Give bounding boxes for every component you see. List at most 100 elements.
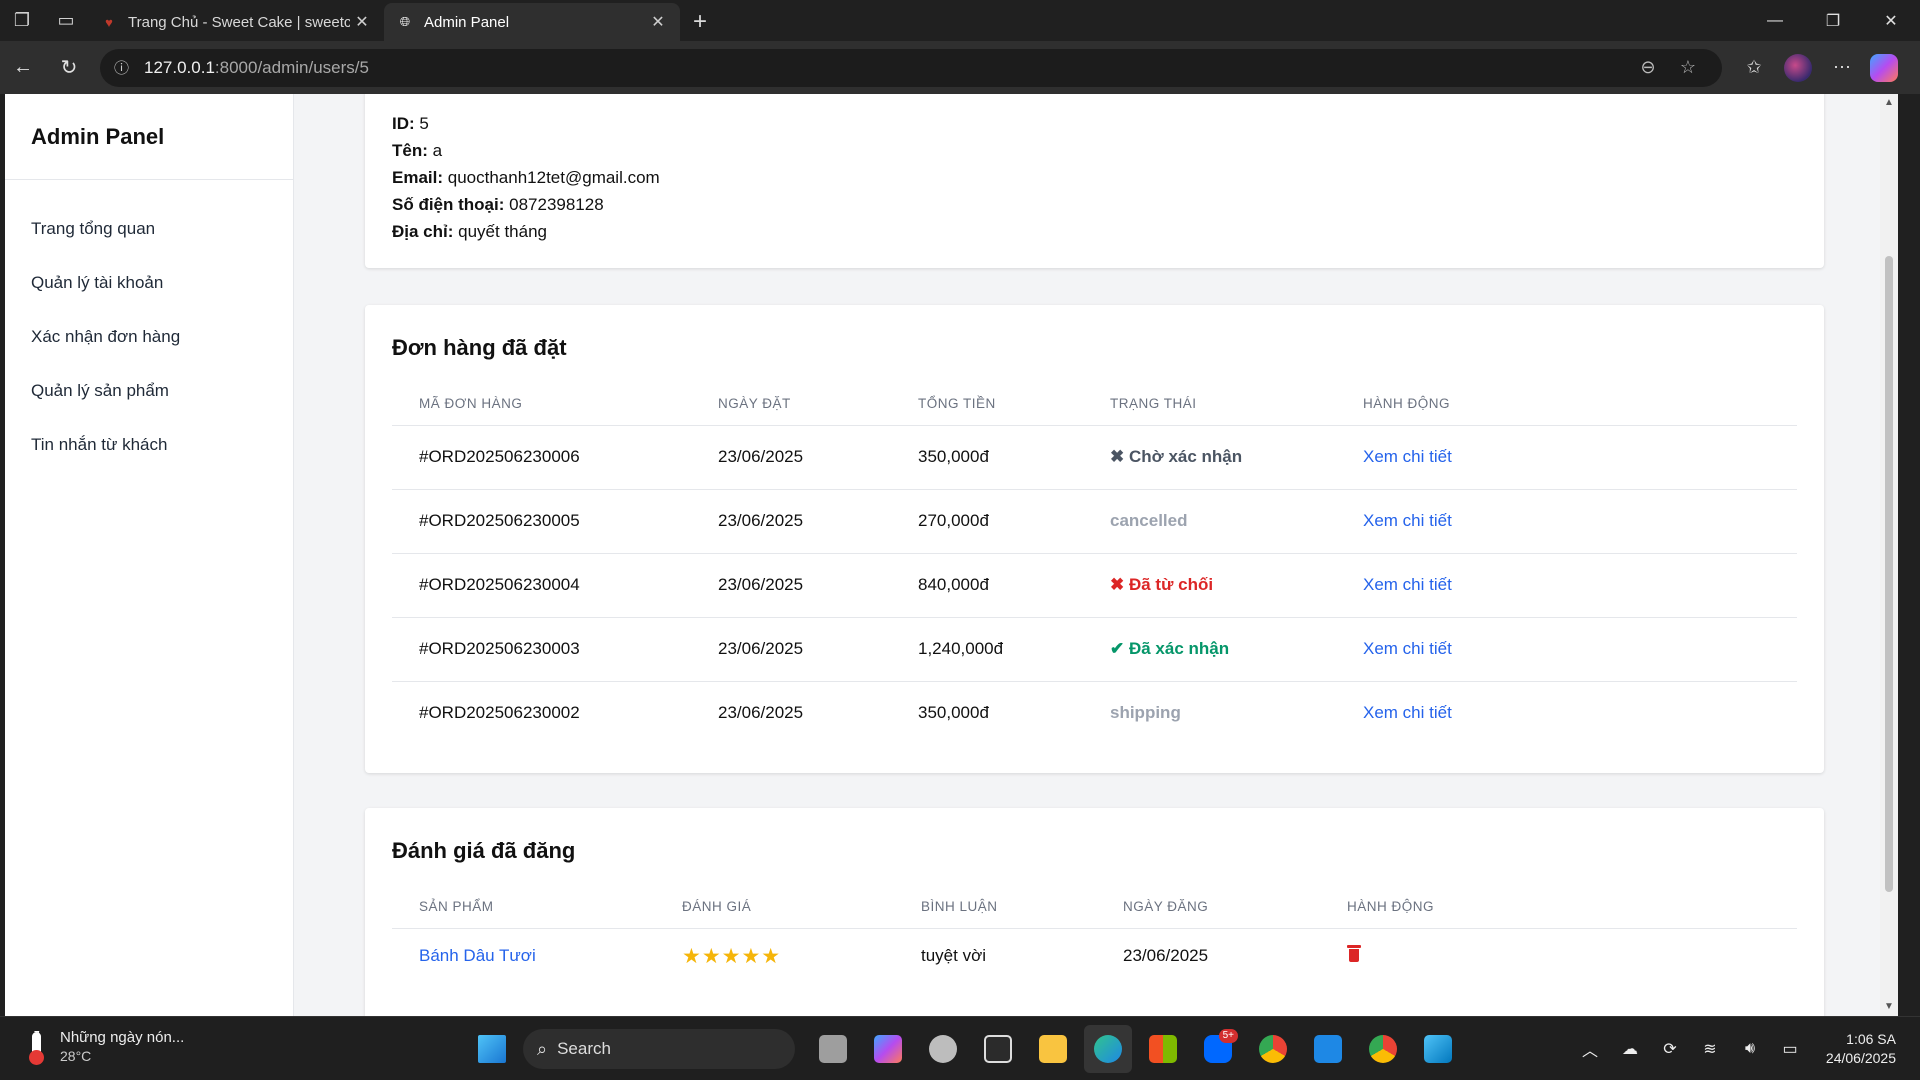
copilot-icon[interactable] bbox=[1870, 53, 1898, 82]
refresh-icon[interactable]: ↻ bbox=[46, 48, 92, 88]
weather-temp: 28°C bbox=[60, 1048, 92, 1064]
search-app-icon[interactable] bbox=[919, 1025, 967, 1073]
task-view-icon[interactable] bbox=[809, 1025, 857, 1073]
scroll-up-icon[interactable]: ▲ bbox=[1880, 94, 1898, 112]
chrome-icon[interactable] bbox=[1249, 1025, 1297, 1073]
volume-icon[interactable]: 🔊︎ bbox=[1730, 1040, 1770, 1058]
sidebar-menu: Trang tổng quan Quản lý tài khoản Xác nh… bbox=[5, 180, 293, 472]
weather-widget[interactable]: 7 Những ngày nón... 28°C bbox=[26, 1029, 184, 1065]
zoom-icon[interactable]: ⊖ bbox=[1628, 57, 1668, 78]
sidebar-item-order-confirmation[interactable]: Xác nhận đơn hàng bbox=[5, 310, 293, 364]
page-viewport: Admin Panel Trang tổng quan Quản lý tài … bbox=[5, 94, 1898, 1016]
sidebar-item-dashboard[interactable]: Trang tổng quan bbox=[5, 202, 293, 256]
table-row: #ORD202506230004 23/06/2025 840,000đ ✖ Đ… bbox=[392, 553, 1797, 618]
column-header: HÀNH ĐỘNG bbox=[1336, 371, 1797, 426]
table-row: #ORD202506230002 23/06/2025 350,000đ shi… bbox=[392, 681, 1797, 745]
column-header: TỔNG TIỀN bbox=[891, 371, 1083, 426]
more-options-icon[interactable]: ⋯ bbox=[1820, 48, 1864, 88]
reviews-card: Đánh giá đã đăng SẢN PHẨM ĐÁNH GIÁ BÌNH … bbox=[365, 808, 1824, 1016]
vscode-icon[interactable] bbox=[1304, 1025, 1352, 1073]
scrollbar-thumb[interactable] bbox=[1885, 256, 1893, 892]
table-row: #ORD202506230003 23/06/2025 1,240,000đ ✔… bbox=[392, 617, 1797, 682]
view-detail-link[interactable]: Xem chi tiết bbox=[1363, 703, 1452, 722]
view-detail-link[interactable]: Xem chi tiết bbox=[1363, 575, 1452, 594]
tab-sweet-cake[interactable]: ♥ Trang Chủ - Sweet Cake | sweetca ✕ bbox=[88, 3, 384, 41]
close-window-icon[interactable]: ✕ bbox=[1862, 0, 1920, 41]
favorites-icon[interactable]: ✩ bbox=[1732, 48, 1776, 88]
site-info-icon[interactable]: ⓘ bbox=[114, 57, 138, 78]
start-button[interactable] bbox=[468, 1025, 516, 1073]
orders-card: Đơn hàng đã đặt MÃ ĐƠN HÀNG NGÀY ĐẶT TỔN… bbox=[365, 305, 1824, 773]
file-explorer-icon[interactable] bbox=[1029, 1025, 1077, 1073]
zalo-icon[interactable]: 5+ bbox=[1194, 1025, 1242, 1073]
minimize-icon[interactable]: — bbox=[1746, 0, 1804, 41]
tab-admin-panel[interactable]: 🌐︎ Admin Panel ✕ bbox=[384, 3, 680, 41]
thermometer-icon: 7 bbox=[26, 1030, 48, 1065]
show-hidden-icons-icon[interactable]: ︿ bbox=[1570, 1037, 1610, 1061]
user-name-line: Tên: a bbox=[392, 141, 443, 160]
favorite-star-icon[interactable]: ☆ bbox=[1668, 57, 1708, 78]
order-code: #ORD202506230003 bbox=[392, 617, 691, 682]
workspaces-icon[interactable]: ❐ bbox=[0, 0, 44, 41]
column-header: MÃ ĐƠN HÀNG bbox=[392, 371, 691, 426]
sync-icon[interactable]: ⟳ bbox=[1650, 1039, 1690, 1059]
user-email-line: Email: quocthanh12tet@gmail.com bbox=[392, 168, 660, 187]
close-tab-icon[interactable]: ✕ bbox=[350, 12, 374, 32]
photos-icon[interactable] bbox=[1414, 1025, 1462, 1073]
user-email: quocthanh12tet@gmail.com bbox=[447, 168, 660, 187]
notion-icon[interactable] bbox=[974, 1025, 1022, 1073]
sidebar-item-accounts[interactable]: Quản lý tài khoản bbox=[5, 256, 293, 310]
order-total: 840,000đ bbox=[891, 553, 1083, 618]
close-tab-icon[interactable]: ✕ bbox=[646, 12, 670, 32]
table-row: #ORD202506230006 23/06/2025 350,000đ ✖ C… bbox=[392, 425, 1797, 490]
windows-logo-icon bbox=[478, 1035, 506, 1063]
new-tab-button[interactable]: + bbox=[680, 3, 720, 41]
user-id-line: ID: 5 bbox=[392, 114, 429, 133]
table-row: #ORD202506230005 23/06/2025 270,000đ can… bbox=[392, 489, 1797, 554]
clock[interactable]: 1:06 SA 24/06/2025 bbox=[1810, 1030, 1920, 1068]
status-badge: cancelled bbox=[1110, 511, 1188, 530]
wifi-icon[interactable]: ≋ bbox=[1690, 1039, 1730, 1059]
view-detail-link[interactable]: Xem chi tiết bbox=[1363, 639, 1452, 658]
order-date: 23/06/2025 bbox=[691, 489, 891, 554]
orders-table: MÃ ĐƠN HÀNG NGÀY ĐẶT TỔNG TIỀN TRẠNG THÁ… bbox=[392, 371, 1797, 745]
user-id: 5 bbox=[419, 114, 429, 133]
user-info-card: ID: 5 Tên: a Email: quocthanh12tet@gmail… bbox=[365, 94, 1824, 268]
back-icon[interactable]: ← bbox=[0, 48, 46, 88]
search-icon: ⌕ bbox=[537, 1038, 548, 1059]
copilot-app-icon[interactable] bbox=[864, 1025, 912, 1073]
view-detail-link[interactable]: Xem chi tiết bbox=[1363, 447, 1452, 466]
review-product-link[interactable]: Bánh Dâu Tươi bbox=[419, 946, 536, 965]
taskbar-apps: ⌕ Search 5+ bbox=[468, 1025, 1469, 1073]
microsoft-store-icon[interactable] bbox=[1139, 1025, 1187, 1073]
user-address-line: Địa chỉ: quyết tháng bbox=[392, 222, 547, 241]
page-scrollbar[interactable]: ▲ ▼ bbox=[1880, 94, 1898, 1016]
view-detail-link[interactable]: Xem chi tiết bbox=[1363, 511, 1452, 530]
order-date: 23/06/2025 bbox=[691, 425, 891, 490]
sidebar: Admin Panel Trang tổng quan Quản lý tài … bbox=[5, 94, 294, 1016]
scroll-down-icon[interactable]: ▼ bbox=[1880, 998, 1898, 1016]
tab-title: Trang Chủ - Sweet Cake | sweetca bbox=[128, 13, 350, 31]
review-date: 23/06/2025 bbox=[1123, 946, 1209, 966]
address-bar[interactable]: ⓘ 127.0.0.1:8000/admin/users/5 ⊖ ☆ bbox=[100, 48, 1722, 87]
edge-icon[interactable] bbox=[1084, 1025, 1132, 1073]
zalo-badge: 5+ bbox=[1218, 1029, 1238, 1043]
chrome-profile-icon[interactable] bbox=[1359, 1025, 1407, 1073]
review-comment: tuyệt vời bbox=[921, 946, 987, 966]
main-content: ID: 5 Tên: a Email: quocthanh12tet@gmail… bbox=[295, 94, 1880, 1016]
restore-icon[interactable]: ❐ bbox=[1804, 0, 1862, 41]
user-address: quyết tháng bbox=[458, 222, 547, 241]
url-text[interactable]: 127.0.0.1:8000/admin/users/5 bbox=[144, 58, 1628, 78]
battery-icon[interactable]: ▭ bbox=[1770, 1039, 1810, 1059]
profile-avatar[interactable] bbox=[1784, 53, 1812, 82]
status-badge: ✖ Đã từ chối bbox=[1110, 575, 1214, 594]
trash-icon[interactable] bbox=[1347, 945, 1361, 963]
vertical-tabs-icon[interactable]: ▭ bbox=[44, 0, 88, 41]
table-row: Bánh Dâu Tươi ★★★★★ tuyệt vời 23/06/2025 bbox=[392, 928, 1797, 984]
sidebar-item-messages[interactable]: Tin nhắn từ khách bbox=[5, 418, 293, 472]
taskbar-search[interactable]: ⌕ Search bbox=[523, 1029, 795, 1069]
sidebar-item-products[interactable]: Quản lý sản phẩm bbox=[5, 364, 293, 418]
status-badge: ✖ Chờ xác nhận bbox=[1110, 447, 1243, 466]
onedrive-icon[interactable]: ☁ bbox=[1610, 1039, 1650, 1059]
weather-text: Những ngày nón... bbox=[60, 1029, 185, 1046]
